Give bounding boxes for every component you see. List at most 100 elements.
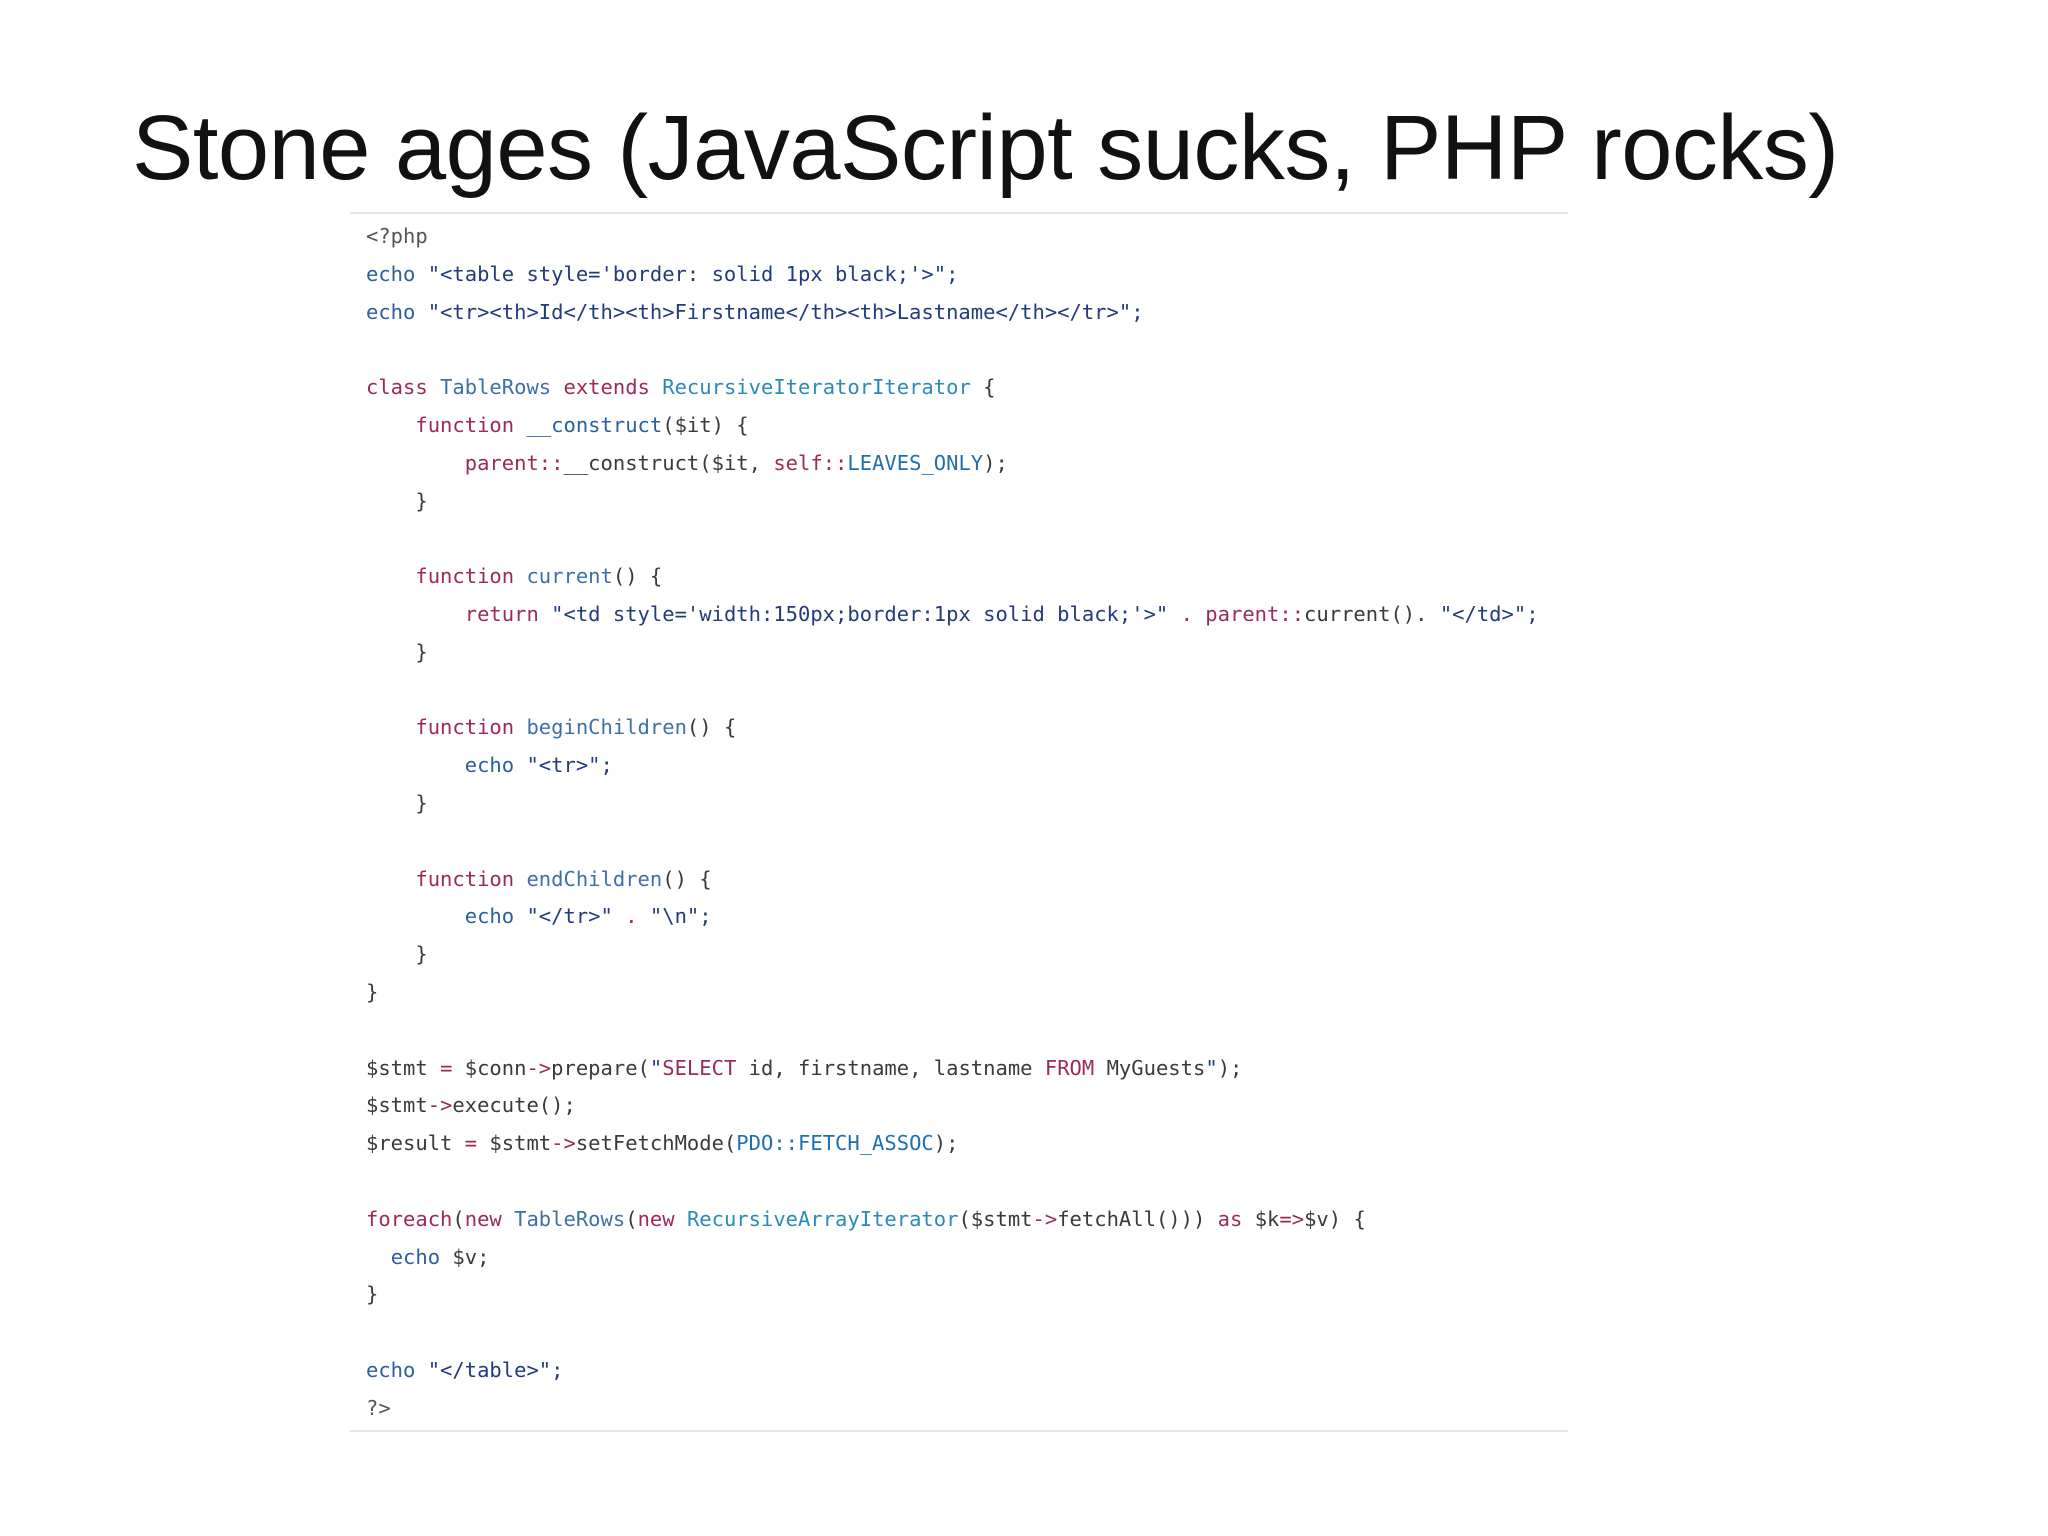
code-token: setFetchMode( xyxy=(575,1131,737,1156)
code-token: echo xyxy=(366,1357,416,1382)
code-line: } xyxy=(366,785,1539,823)
code-token: function xyxy=(415,715,515,740)
code-token: FROM xyxy=(1044,1055,1095,1080)
code-token: parent:: xyxy=(1205,601,1305,626)
code-token: "<tr>"; xyxy=(514,753,613,778)
code-token: echo xyxy=(366,261,416,286)
code-line: function beginChildren() { xyxy=(366,709,1539,747)
code-token: ($it) { xyxy=(662,412,749,437)
code-token: echo xyxy=(464,904,515,929)
code-token: TableRows xyxy=(514,1206,626,1231)
code-token: = xyxy=(464,1131,478,1156)
code-token: $conn xyxy=(452,1055,527,1080)
code-token: "</table>"; xyxy=(415,1357,564,1382)
code-token: beginChildren xyxy=(526,715,687,740)
code-token: function xyxy=(415,412,515,437)
code-token: "</td>"; xyxy=(1439,601,1539,626)
code-line: foreach(new TableRows(new RecursiveArray… xyxy=(366,1201,1539,1239)
code-line: function current() { xyxy=(366,558,1539,596)
code-token: as xyxy=(1217,1206,1243,1231)
code-token: current xyxy=(526,564,613,589)
code-token: __construct xyxy=(526,412,663,437)
code-line: } xyxy=(366,483,1539,521)
code-token: () { xyxy=(662,866,712,891)
code-token: ( xyxy=(625,1206,638,1231)
code-token: echo xyxy=(464,753,515,778)
code-token: function xyxy=(415,866,515,891)
code-token: TableRows xyxy=(440,375,552,400)
code-token: return xyxy=(464,601,539,626)
code-line: } xyxy=(366,634,1539,672)
code-token: $stmt xyxy=(366,1055,441,1080)
code-token: } xyxy=(366,979,379,1004)
code-token: () { xyxy=(612,564,663,589)
code-line: echo "</table>"; xyxy=(366,1352,1539,1390)
code-token: => xyxy=(1279,1206,1305,1231)
code-token: -> xyxy=(427,1093,453,1118)
code-line: } xyxy=(366,936,1539,974)
code-token: ); xyxy=(983,450,1008,475)
code-token: -> xyxy=(526,1055,552,1080)
code-token: $k xyxy=(1242,1206,1280,1231)
code-token: } xyxy=(366,488,428,513)
code-line: } xyxy=(366,974,1539,1012)
code-token: ); xyxy=(933,1131,959,1156)
code-token: " xyxy=(649,1055,663,1080)
code-token: () { xyxy=(686,715,737,740)
code-token: } xyxy=(366,1282,379,1307)
code-token: "</tr>" xyxy=(514,904,613,929)
code-line: } xyxy=(366,1276,1539,1314)
code-token: id, firstname, lastname xyxy=(736,1055,1045,1080)
code-line: $result = $stmt->setFetchMode(PDO::FETCH… xyxy=(366,1125,1539,1163)
code-token: execute(); xyxy=(452,1093,576,1118)
code-token: -> xyxy=(551,1131,576,1156)
code-token: } xyxy=(366,790,428,815)
code-token: ($stmt xyxy=(958,1206,1033,1231)
code-line: echo "<tr><th>Id</th><th>Firstname</th><… xyxy=(366,294,1539,332)
code-line: class TableRows extends RecursiveIterato… xyxy=(366,369,1539,407)
code-token: } xyxy=(366,639,428,664)
code-line: <?php xyxy=(366,218,1539,256)
code-token: $result xyxy=(366,1131,465,1156)
code-token: extends xyxy=(563,375,650,400)
code-token: PDO::FETCH_ASSOC xyxy=(736,1131,934,1156)
code-lines: <?php echo "<table style='border: solid 1… xyxy=(366,218,1539,1428)
code-token: $v) { xyxy=(1304,1206,1366,1231)
code-line: echo "<table style='border: solid 1px bl… xyxy=(366,256,1539,294)
code-token: echo xyxy=(366,299,416,324)
code-token: ?> xyxy=(366,1395,391,1420)
code-line: function endChildren() { xyxy=(366,861,1539,899)
code-token: $stmt xyxy=(477,1131,552,1156)
code-token: $stmt xyxy=(366,1093,428,1118)
code-line: return "<td style='width:150px;border:1p… xyxy=(366,596,1539,634)
code-line: $stmt = $conn->prepare("SELECT id, first… xyxy=(366,1050,1539,1088)
code-token: LEAVES_ONLY xyxy=(847,450,984,475)
code-token: -> xyxy=(1032,1206,1058,1231)
code-line: echo "</tr>" . "\n"; xyxy=(366,898,1539,936)
code-token: new xyxy=(637,1206,675,1231)
code-token: $v; xyxy=(440,1244,490,1269)
code-token: RecursiveIteratorIterator xyxy=(662,375,971,400)
code-token: RecursiveArrayIterator xyxy=(686,1206,959,1231)
code-line: ?> xyxy=(366,1390,1539,1428)
code-token: self:: xyxy=(773,450,848,475)
code-token: . xyxy=(1168,601,1206,626)
code-token: = xyxy=(440,1055,453,1080)
code-line: echo "<tr>"; xyxy=(366,747,1539,785)
code-token: MyGuests xyxy=(1094,1055,1206,1080)
code-token: function xyxy=(415,564,515,589)
code-token: fetchAll())) xyxy=(1057,1206,1218,1231)
code-token: foreach xyxy=(366,1206,453,1231)
